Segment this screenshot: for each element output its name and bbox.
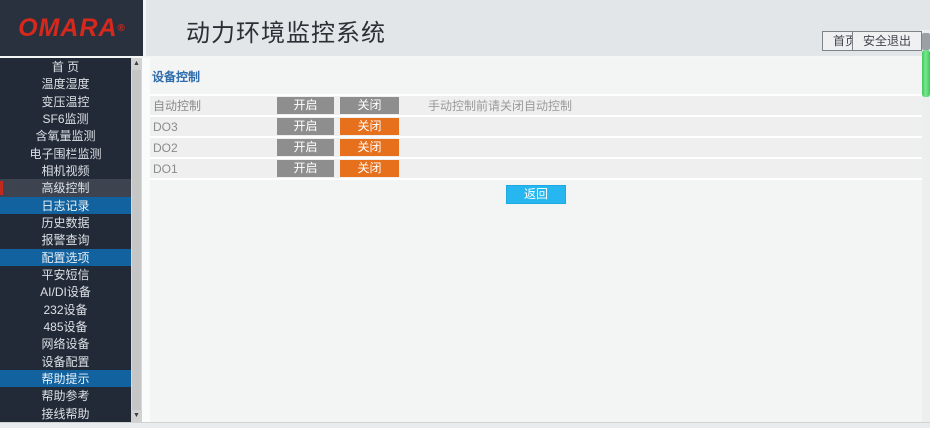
sidebar-item-aidi-devices[interactable]: AI/DI设备 xyxy=(0,283,131,300)
sidebar-item-log-records[interactable]: 日志记录 xyxy=(0,197,131,214)
back-button[interactable]: 返回 xyxy=(506,185,566,204)
control-row-do1: DO1 开启 关闭 xyxy=(150,159,922,180)
page-scrollbar-thumb[interactable] xyxy=(922,50,930,97)
close-button[interactable]: 关闭 xyxy=(340,97,399,114)
sidebar-item-help-tips[interactable]: 帮助提示 xyxy=(0,370,131,387)
main-content: 设备控制 自动控制 开启 关闭 手动控制前请关闭自动控制 DO3 开启 关闭 D… xyxy=(150,60,922,422)
sidebar-item-wiring-help[interactable]: 接线帮助 xyxy=(0,405,131,422)
open-button[interactable]: 开启 xyxy=(277,118,334,135)
sidebar-item-camera-video[interactable]: 相机视频 xyxy=(0,162,131,179)
sidebar-item-efence-monitor[interactable]: 电子围栏监测 xyxy=(0,145,131,162)
sidebar-item-history-data[interactable]: 历史数据 xyxy=(0,214,131,231)
control-label: DO1 xyxy=(150,162,277,176)
open-button[interactable]: 开启 xyxy=(277,160,334,177)
logo: OMARA® xyxy=(0,0,143,56)
section-title: 设备控制 xyxy=(152,68,922,85)
control-label: 自动控制 xyxy=(150,97,277,114)
sidebar-item-config-options[interactable]: 配置选项 xyxy=(0,249,131,266)
sidebar-scrollbar[interactable]: ▲ ▼ xyxy=(131,58,142,422)
scroll-down-icon[interactable]: ▼ xyxy=(131,410,142,422)
sidebar-item-home[interactable]: 首 页 xyxy=(0,58,131,75)
control-table: 自动控制 开启 关闭 手动控制前请关闭自动控制 DO3 开启 关闭 DO2 开启… xyxy=(150,94,922,180)
sidebar-item-232-devices[interactable]: 232设备 xyxy=(0,301,131,318)
logout-button[interactable]: 安全退出 xyxy=(852,31,922,51)
sidebar-content-divider xyxy=(142,58,150,422)
sidebar-nav: 首 页 温度湿度 变压温控 SF6监测 含氧量监测 电子围栏监测 相机视频 高级… xyxy=(0,58,131,422)
open-button[interactable]: 开启 xyxy=(277,139,334,156)
sidebar-item-help-reference[interactable]: 帮助参考 xyxy=(0,387,131,404)
header: 动力环境监控系统 首页 安全退出 xyxy=(146,0,930,56)
control-row-do3: DO3 开启 关闭 xyxy=(150,117,922,138)
scroll-up-icon[interactable]: ▲ xyxy=(131,58,142,70)
page-scrollbar-top-piece[interactable] xyxy=(922,33,930,50)
open-button[interactable]: 开启 xyxy=(277,97,334,114)
sidebar-item-sf6-monitor[interactable]: SF6监测 xyxy=(0,110,131,127)
control-note: 手动控制前请关闭自动控制 xyxy=(428,97,572,114)
close-button[interactable]: 关闭 xyxy=(340,118,399,135)
sidebar-item-network-devices[interactable]: 网络设备 xyxy=(0,335,131,352)
close-button[interactable]: 关闭 xyxy=(340,160,399,177)
page-scrollbar[interactable] xyxy=(922,30,930,422)
sidebar-item-485-devices[interactable]: 485设备 xyxy=(0,318,131,335)
control-row-auto: 自动控制 开启 关闭 手动控制前请关闭自动控制 xyxy=(150,96,922,117)
sidebar-item-transformer-temp[interactable]: 变压温控 xyxy=(0,93,131,110)
close-button[interactable]: 关闭 xyxy=(340,139,399,156)
sidebar-item-oxygen-monitor[interactable]: 含氧量监测 xyxy=(0,127,131,144)
sidebar-scrollbar-thumb[interactable] xyxy=(132,70,141,410)
sidebar-item-temp-humidity[interactable]: 温度湿度 xyxy=(0,75,131,92)
sidebar-item-advanced-control[interactable]: 高级控制 xyxy=(0,179,131,196)
sidebar-item-device-config[interactable]: 设备配置 xyxy=(0,353,131,370)
bottom-edge-strip xyxy=(0,422,930,428)
app-window: 动力环境监控系统 首页 安全退出 OMARA® 首 页 温度湿度 变压温控 SF… xyxy=(0,0,930,428)
sidebar-item-safety-sms[interactable]: 平安短信 xyxy=(0,266,131,283)
page-title: 动力环境监控系统 xyxy=(186,13,386,48)
registered-mark: ® xyxy=(118,23,125,34)
sidebar-item-alarm-query[interactable]: 报警查询 xyxy=(0,231,131,248)
control-label: DO2 xyxy=(150,141,277,155)
brand-text: OMARA xyxy=(18,14,117,43)
control-row-do2: DO2 开启 关闭 xyxy=(150,138,922,159)
control-label: DO3 xyxy=(150,120,277,134)
